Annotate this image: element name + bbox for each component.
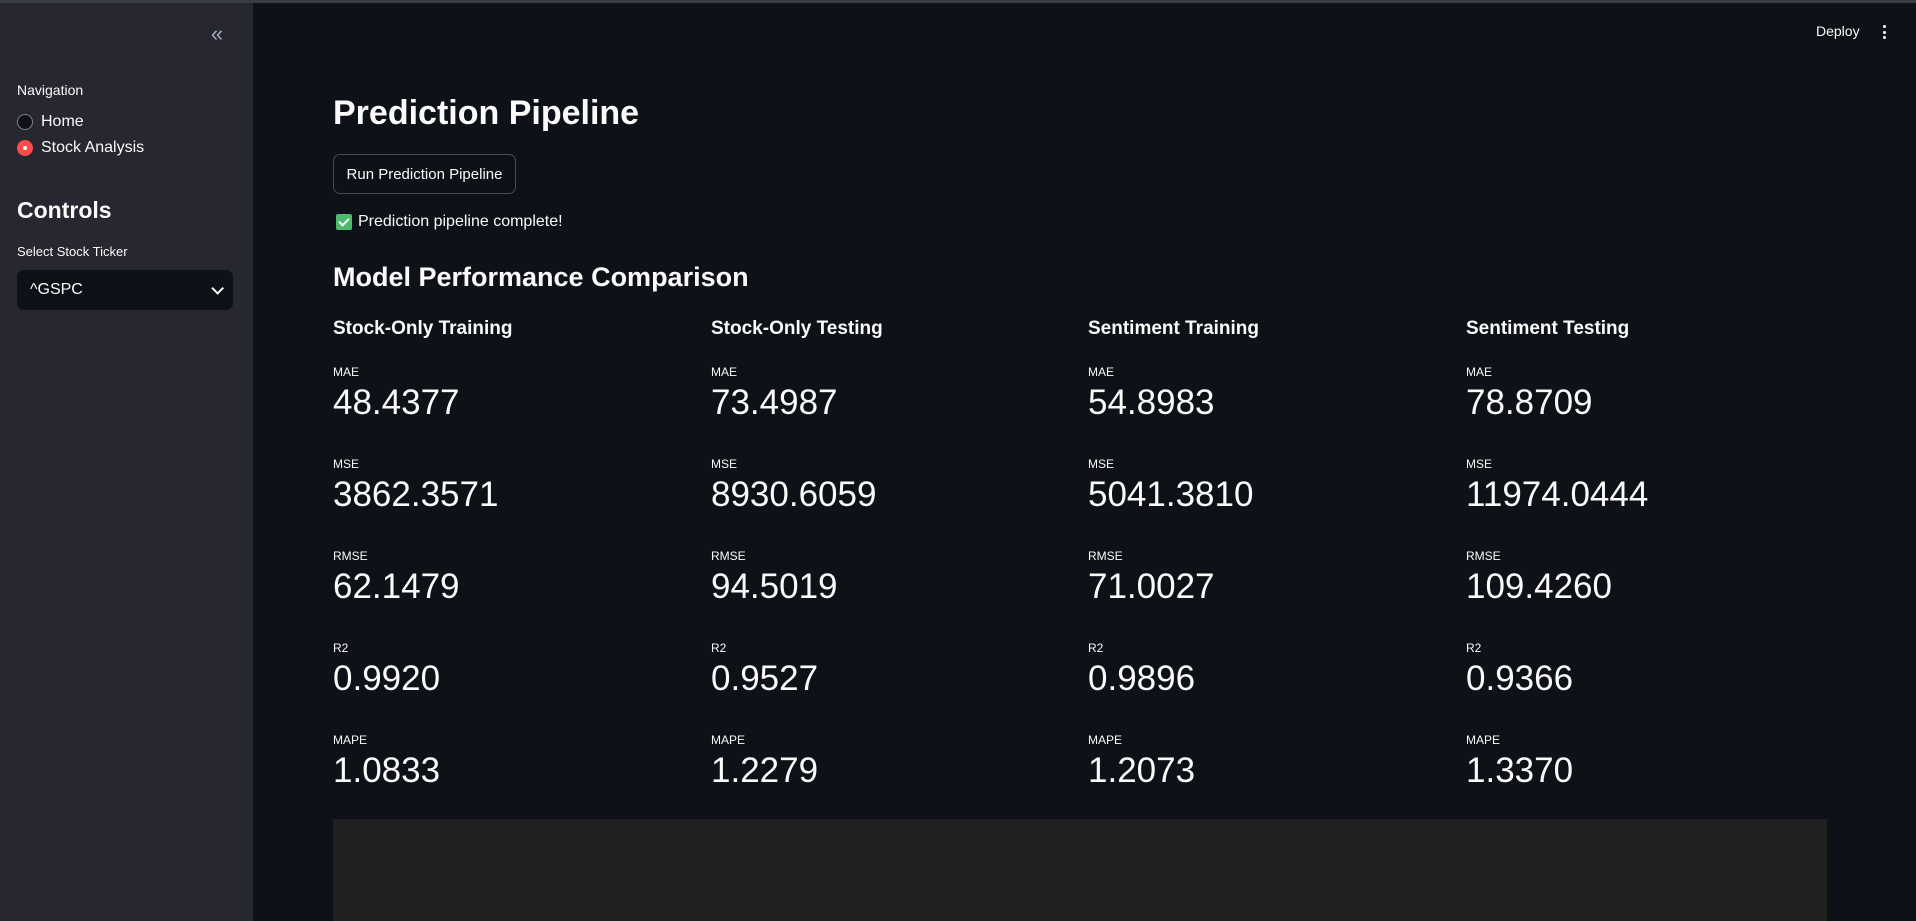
metric-value: 62.1479 [333, 567, 460, 606]
metric-label: MAPE [333, 733, 368, 747]
metric: R2 0.9527 [711, 636, 1071, 728]
metric-label: MAE [1466, 365, 1493, 379]
kebab-menu-icon[interactable] [1877, 22, 1891, 42]
navigation-label: Navigation [17, 82, 84, 98]
metric-value: 3862.3571 [333, 475, 499, 514]
nav-option-stock-analysis[interactable]: Stock Analysis [17, 139, 144, 157]
metric: MAE 73.4987 [711, 360, 1071, 452]
controls-heading: Controls [17, 197, 112, 223]
ticker-select-value: ^GSPC [30, 281, 83, 298]
metric-value: 11974.0444 [1466, 475, 1649, 514]
metrics-column-sentiment-testing: Sentiment Testing MAE 78.8709 MSE 11974.04… [1466, 318, 1826, 820]
metric-value: 78.8709 [1466, 383, 1593, 422]
metric-label: R2 [711, 641, 727, 655]
section-title: Model Performance Comparison [333, 262, 749, 292]
metric-value: 1.0833 [333, 751, 441, 790]
column-title: Stock-Only Training [333, 318, 513, 339]
run-pipeline-button[interactable]: Run Prediction Pipeline [333, 154, 516, 194]
metric-label: RMSE [1088, 549, 1123, 563]
metric-label: R2 [333, 641, 349, 655]
check-icon [336, 214, 352, 230]
metric-value: 1.2279 [711, 751, 819, 790]
nav-option-label: Home [41, 113, 84, 130]
metric-label: MSE [333, 457, 360, 471]
metric-label: MSE [1466, 457, 1493, 471]
metric-value: 0.9896 [1088, 659, 1196, 698]
metric-value: 0.9366 [1466, 659, 1574, 698]
metric-label: MAE [1088, 365, 1115, 379]
metric-label: MAPE [711, 733, 746, 747]
metric: RMSE 94.5019 [711, 544, 1071, 636]
metric-label: RMSE [711, 549, 746, 563]
metrics-column-stock-only-testing: Stock-Only Testing MAE 73.4987 MSE 8930.60… [711, 318, 1071, 820]
deploy-button[interactable]: Deploy [1816, 23, 1860, 39]
metric: MAE 48.4377 [333, 360, 693, 452]
metric: R2 0.9896 [1088, 636, 1448, 728]
chevron-down-icon [211, 281, 224, 295]
metric-label: MSE [711, 457, 738, 471]
metric-value: 48.4377 [333, 383, 460, 422]
metric: MAPE 1.2073 [1088, 728, 1448, 820]
metric-value: 73.4987 [711, 383, 838, 422]
metric: RMSE 109.4260 [1466, 544, 1826, 636]
radio-checked-icon[interactable] [17, 140, 33, 156]
metric: MSE 11974.0444 [1466, 452, 1826, 544]
metric-value: 71.0027 [1088, 567, 1215, 606]
metric-value: 8930.6059 [711, 475, 877, 514]
nav-option-home[interactable]: Home [17, 113, 84, 131]
success-status: Prediction pipeline complete! [336, 213, 563, 231]
metric: RMSE 62.1479 [333, 544, 693, 636]
collapse-sidebar-icon[interactable]: « [206, 23, 228, 46]
column-title: Stock-Only Testing [711, 318, 883, 339]
radio-unchecked-icon[interactable] [17, 114, 33, 130]
metric-value: 1.2073 [1088, 751, 1196, 790]
metric-value: 5041.3810 [1088, 475, 1254, 514]
metric: RMSE 71.0027 [1088, 544, 1448, 636]
metric: MSE 3862.3571 [333, 452, 693, 544]
metric: R2 0.9366 [1466, 636, 1826, 728]
sidebar: « Navigation Home Stock Analysis Control… [0, 3, 253, 921]
metric-label: RMSE [1466, 549, 1501, 563]
metric-value: 109.4260 [1466, 567, 1612, 606]
metric: MAE 54.8983 [1088, 360, 1448, 452]
metric-value: 54.8983 [1088, 383, 1215, 422]
metric-label: MSE [1088, 457, 1115, 471]
metric-label: R2 [1088, 641, 1104, 655]
chart-placeholder [333, 819, 1827, 921]
page-title: Prediction Pipeline [333, 94, 640, 132]
metric-label: MAPE [1466, 733, 1501, 747]
metrics-column-stock-only-training: Stock-Only Training MAE 48.4377 MSE 3862.3… [333, 318, 693, 820]
metric-label: R2 [1466, 641, 1482, 655]
metric-value: 1.3370 [1466, 751, 1574, 790]
metric-label: RMSE [333, 549, 368, 563]
metric-label: MAE [333, 365, 360, 379]
metric-value: 0.9920 [333, 659, 441, 698]
metric-label: MAE [711, 365, 738, 379]
metric: MAPE 1.0833 [333, 728, 693, 820]
column-title: Sentiment Training [1088, 318, 1260, 339]
metric: MAPE 1.2279 [711, 728, 1071, 820]
nav-option-label: Stock Analysis [41, 139, 145, 156]
metric: R2 0.9920 [333, 636, 693, 728]
metrics-column-sentiment-training: Sentiment Training MAE 54.8983 MSE 5041.38… [1088, 318, 1448, 820]
metric-value: 0.9527 [711, 659, 819, 698]
metric: MSE 5041.3810 [1088, 452, 1448, 544]
column-title: Sentiment Testing [1466, 318, 1630, 339]
metric-value: 94.5019 [711, 567, 838, 606]
ticker-select[interactable]: ^GSPC [17, 270, 233, 310]
status-text: Prediction pipeline complete! [358, 213, 563, 230]
metric: MAE 78.8709 [1466, 360, 1826, 452]
metric: MAPE 1.3370 [1466, 728, 1826, 820]
top-decoration-bar [0, 0, 1916, 3]
ticker-select-label: Select Stock Ticker [17, 244, 128, 259]
metric-label: MAPE [1088, 733, 1123, 747]
metric: MSE 8930.6059 [711, 452, 1071, 544]
